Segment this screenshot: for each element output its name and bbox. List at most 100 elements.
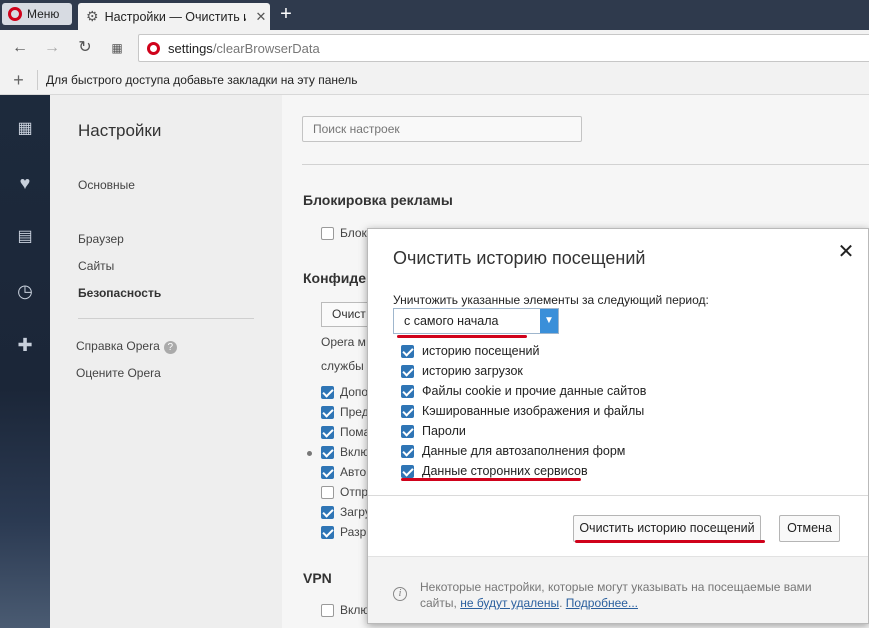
toolbar: ← → ↻ ▦ settings/clearBrowserData <box>0 30 869 66</box>
gear-icon: ⚙ <box>86 8 99 24</box>
vpn-row[interactable]: Вклю <box>321 603 369 617</box>
settings-nav: Настройки Основные Браузер Сайты Безопас… <box>50 95 282 628</box>
privacy-text-2: службы <box>321 359 364 373</box>
option-checkbox[interactable] <box>401 344 414 358</box>
opera-menu-button[interactable]: Меню <box>2 3 72 25</box>
nav-item-security[interactable]: Безопасность <box>78 286 161 300</box>
clear-option[interactable]: историю посещений <box>401 344 539 358</box>
opera-logo-icon <box>8 7 22 21</box>
page-title: Настройки <box>78 121 162 140</box>
clear-option[interactable]: Кэшированные изображения и файлы <box>401 404 644 418</box>
nav-divider <box>78 318 254 319</box>
speed-dial-icon[interactable]: ▦ <box>13 117 37 141</box>
privacy-checkbox[interactable] <box>321 485 334 499</box>
nav-rate-link[interactable]: Оцените Opera <box>76 366 161 380</box>
news-icon[interactable]: ▤ <box>13 225 37 249</box>
vpn-heading: VPN <box>303 570 332 586</box>
clear-option[interactable]: историю загрузок <box>401 364 523 378</box>
nav-help-link[interactable]: Справка Opera? <box>76 339 177 354</box>
option-label: Данные сторонних сервисов <box>422 464 588 478</box>
privacy-row[interactable]: Вклю <box>321 445 369 459</box>
privacy-row[interactable]: Разр <box>321 525 366 539</box>
privacy-label: Вклю <box>340 445 370 459</box>
privacy-label: Отпр <box>340 485 369 499</box>
extensions-icon[interactable]: ✚ <box>13 333 37 357</box>
tab-strip: Меню ⚙ Настройки — Очистить и ✕ + <box>0 0 869 30</box>
ad-block-label: Блок <box>340 226 367 240</box>
back-arrow-icon[interactable]: ← <box>10 38 30 58</box>
ad-block-checkbox[interactable] <box>321 226 334 240</box>
nav-item-sites[interactable]: Сайты <box>78 259 114 273</box>
address-bar[interactable]: settings/clearBrowserData <box>138 34 869 62</box>
privacy-row[interactable]: Отпр <box>321 485 368 499</box>
history-icon[interactable]: ◷ <box>13 279 37 303</box>
privacy-row[interactable]: Допо <box>321 385 368 399</box>
option-checkbox[interactable] <box>401 444 414 458</box>
privacy-row[interactable]: Пред <box>321 405 369 419</box>
tab-close-icon[interactable]: ✕ <box>252 9 270 25</box>
address-host: settings <box>168 40 213 56</box>
privacy-text-1: Opera м <box>321 335 366 349</box>
option-checkbox[interactable] <box>401 404 414 418</box>
ad-block-row[interactable]: Блок <box>321 226 367 240</box>
option-checkbox[interactable] <box>401 464 414 478</box>
reload-icon[interactable]: ↻ <box>75 38 95 58</box>
privacy-checkbox[interactable] <box>321 525 334 539</box>
option-checkbox[interactable] <box>401 424 414 438</box>
more-info-link[interactable]: Подробнее... <box>566 596 638 610</box>
speed-dial-grid-icon[interactable]: ▦ <box>107 38 127 58</box>
annotation-underline <box>401 478 581 481</box>
nav-item-browser[interactable]: Браузер <box>78 232 124 246</box>
option-checkbox[interactable] <box>401 364 414 378</box>
clear-option[interactable]: Пароли <box>401 424 466 438</box>
privacy-checkbox[interactable] <box>321 445 334 459</box>
address-path: /clearBrowserData <box>212 40 320 56</box>
help-label: Справка Opera <box>76 339 160 353</box>
not-deleted-link[interactable]: не будут удалены <box>460 596 559 610</box>
period-label: Уничтожить указанные элементы за следующ… <box>393 293 709 307</box>
privacy-checkbox[interactable] <box>321 425 334 439</box>
clear-history-dialog: Очистить историю посещений ✕ Уничтожить … <box>367 228 869 624</box>
tab-title: Настройки — Очистить и <box>104 9 246 24</box>
clear-option[interactable]: Данные для автозаполнения форм <box>401 444 625 458</box>
privacy-label: Пома <box>340 425 371 439</box>
privacy-checkbox[interactable] <box>321 385 334 399</box>
dialog-footer: i Некоторые настройки, которые могут ука… <box>368 556 868 623</box>
heart-icon[interactable]: ♥ <box>13 171 37 195</box>
opera-site-icon <box>147 41 160 55</box>
privacy-label: Пред <box>340 405 369 419</box>
option-checkbox[interactable] <box>401 384 414 398</box>
new-tab-button[interactable]: + <box>276 4 296 24</box>
add-bookmark-button[interactable]: + <box>0 70 38 90</box>
nav-item-basic[interactable]: Основные <box>78 178 135 192</box>
privacy-label: Авто <box>340 465 367 479</box>
annotation-underline <box>397 335 527 338</box>
close-icon[interactable]: ✕ <box>836 239 856 264</box>
search-settings-input[interactable] <box>302 116 582 142</box>
privacy-row[interactable]: Пома <box>321 425 370 439</box>
privacy-checkbox[interactable] <box>321 405 334 419</box>
option-label: Пароли <box>422 424 466 438</box>
annotation-underline <box>575 540 765 543</box>
option-label: Кэшированные изображения и файлы <box>422 404 645 418</box>
tab-settings[interactable]: ⚙ Настройки — Очистить и ✕ <box>78 3 270 30</box>
clear-history-button[interactable]: Очистить историю посещений <box>573 515 761 542</box>
browser-sidebar: ▦ ♥ ▤ ◷ ✚ <box>0 95 50 628</box>
clear-option[interactable]: Данные сторонних сервисов <box>401 464 588 478</box>
option-label: Данные для автозаполнения форм <box>422 444 626 458</box>
option-label: Файлы cookie и прочие данные сайтов <box>422 384 647 398</box>
info-icon: i <box>393 587 407 601</box>
cancel-button[interactable]: Отмена <box>779 515 840 542</box>
clear-option[interactable]: Файлы cookie и прочие данные сайтов <box>401 384 646 398</box>
vpn-checkbox[interactable] <box>321 603 334 617</box>
dialog-title: Очистить историю посещений <box>393 248 646 268</box>
main-divider <box>302 164 869 165</box>
privacy-row[interactable]: Загру <box>321 505 371 519</box>
period-select[interactable]: с самого начала ▼ <box>393 308 559 334</box>
chevron-down-icon[interactable]: ▼ <box>540 309 558 333</box>
help-question-icon: ? <box>163 341 177 354</box>
privacy-checkbox[interactable] <box>321 465 334 479</box>
forward-arrow-icon[interactable]: → <box>42 38 62 58</box>
privacy-row[interactable]: Авто <box>321 465 366 479</box>
privacy-checkbox[interactable] <box>321 505 334 519</box>
